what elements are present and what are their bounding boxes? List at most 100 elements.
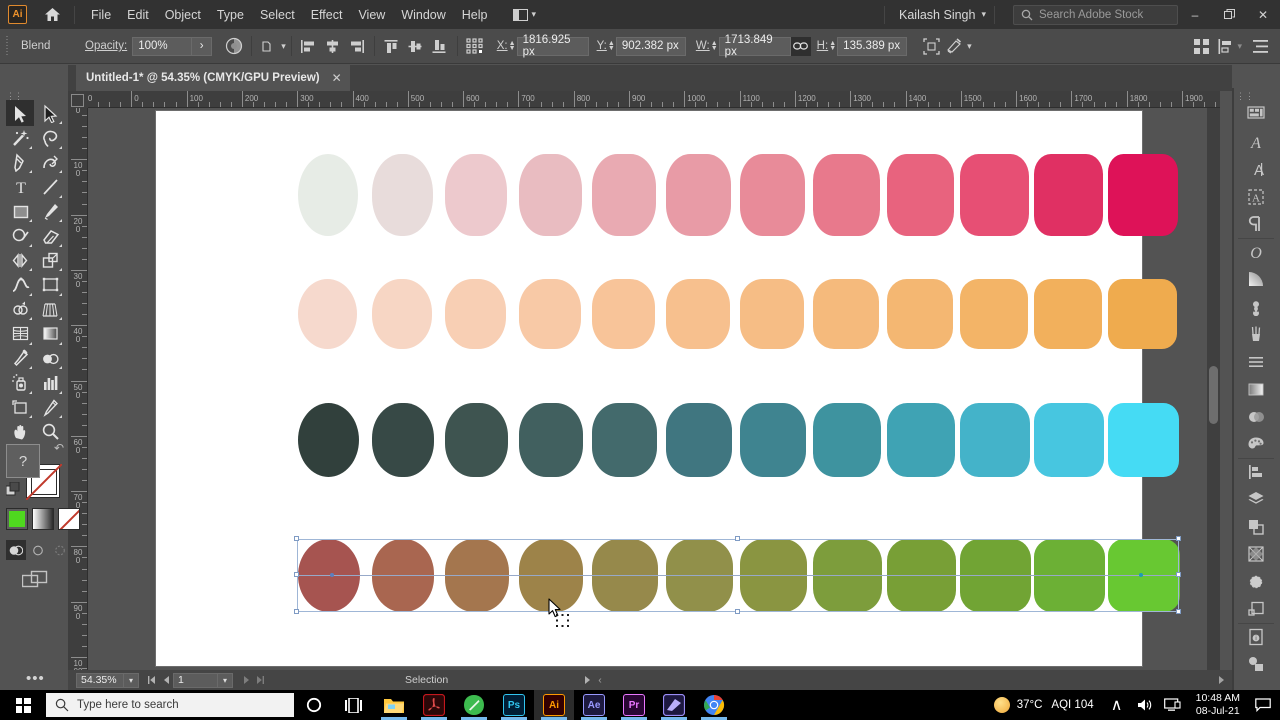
gradient-tool[interactable] <box>36 321 64 347</box>
glyphs-panel-icon[interactable]: A <box>1244 130 1268 154</box>
taskbar-app-file-explorer[interactable] <box>374 690 414 720</box>
recolor-chevron-icon[interactable]: ▾ <box>967 41 972 52</box>
x-field[interactable]: 1816.925 px <box>516 34 589 58</box>
none-swatch-button[interactable] <box>58 508 80 530</box>
control-bar-grip[interactable] <box>4 36 13 56</box>
free-transform-tool[interactable] <box>36 272 64 298</box>
zoom-level-field[interactable]: 54.35% <box>76 672 124 688</box>
account-name[interactable]: Kailash Singh <box>893 8 981 22</box>
swatch-shape[interactable] <box>518 154 582 236</box>
swatch-shape[interactable] <box>371 279 432 349</box>
shaper-tool[interactable] <box>6 223 34 249</box>
taskbar-app-adobe-acrobat[interactable] <box>414 690 454 720</box>
paintbrush-tool[interactable] <box>36 198 64 224</box>
horizontal-ruler[interactable]: 1000100200300400500600700800900100011001… <box>88 91 1220 108</box>
swatch-shape[interactable] <box>445 279 507 349</box>
fill-swatch[interactable]: ? <box>6 444 40 478</box>
color-swatch-button[interactable] <box>6 508 28 530</box>
arrange-objects-icon[interactable] <box>1189 34 1213 58</box>
magic-wand-tool[interactable] <box>6 125 34 151</box>
transparency-icon[interactable] <box>222 34 246 58</box>
menu-item-select[interactable]: Select <box>252 4 303 26</box>
align-right-icon[interactable] <box>345 34 369 58</box>
account-chevron-icon[interactable]: ▾ <box>981 9 986 20</box>
menu-item-object[interactable]: Object <box>157 4 209 26</box>
first-artboard-button[interactable] <box>145 672 159 688</box>
pink-blend-row[interactable] <box>156 154 1178 236</box>
swatch-shape[interactable] <box>1107 154 1178 236</box>
paragraph-styles-panel-icon[interactable]: O <box>1244 240 1268 264</box>
column-graph-tool[interactable] <box>36 370 64 396</box>
start-button[interactable] <box>0 690 46 720</box>
weather-temperature[interactable]: 37°C <box>1017 699 1043 711</box>
stroke-panel-icon[interactable] <box>1244 350 1268 374</box>
character-styles-panel-icon[interactable]: A <box>1244 185 1268 209</box>
show-hidden-icons-chevron-icon[interactable]: ∧ <box>1104 690 1130 720</box>
align-left-icon[interactable] <box>297 34 321 58</box>
h-stepper[interactable]: ▲ ▼ <box>828 37 837 56</box>
menu-item-effect[interactable]: Effect <box>303 4 351 26</box>
paragraph-panel-icon[interactable] <box>1244 212 1268 236</box>
swatch-shape[interactable] <box>813 154 880 236</box>
vertical-ruler[interactable]: 01002003004005006007008009001000 <box>68 108 88 670</box>
transform-grid-icon[interactable] <box>463 34 487 58</box>
swatch-shape[interactable] <box>1107 403 1179 477</box>
opacity-options-button[interactable]: › <box>192 36 213 56</box>
character-panel-icon[interactable]: A <box>1244 157 1268 181</box>
cortana-circle-icon[interactable] <box>294 690 334 720</box>
asset-export-panel-icon[interactable]: i <box>1244 625 1268 649</box>
status-expand-button[interactable] <box>580 672 594 688</box>
mesh-tool[interactable] <box>6 321 34 347</box>
transform-chevron-icon[interactable]: ▾ <box>281 41 286 52</box>
draw-inside-button[interactable] <box>50 540 70 560</box>
taskbar-app-adobe-illustrator[interactable]: Ai <box>534 690 574 720</box>
swatch-shape[interactable] <box>371 403 434 477</box>
pathfinder-panel-icon[interactable] <box>1244 515 1268 539</box>
swatch-shape[interactable] <box>739 403 807 477</box>
blend-tool[interactable] <box>36 345 64 371</box>
swatch-shape[interactable] <box>960 279 1028 349</box>
selection-handle-n[interactable] <box>735 536 740 541</box>
swatch-shape[interactable] <box>960 154 1029 236</box>
y-field[interactable]: 902.382 px <box>615 36 686 56</box>
symbol-sprayer-tool[interactable] <box>6 370 34 396</box>
swatch-shape[interactable] <box>518 279 581 349</box>
h-field[interactable]: 135.389 px <box>837 36 908 56</box>
taskbar-app-adobe-after-effects[interactable]: Ae <box>574 690 614 720</box>
swatch-shape[interactable] <box>445 154 508 236</box>
draw-normal-button[interactable] <box>6 540 26 560</box>
align-center-vertical-icon[interactable] <box>404 34 428 58</box>
type-tool[interactable]: T <box>6 174 34 200</box>
dock-grip[interactable]: ⋮⋮ <box>1236 91 1254 102</box>
gradient-swatch-button[interactable] <box>32 508 54 530</box>
adobe-stock-search[interactable]: Search Adobe Stock <box>1013 4 1178 25</box>
default-fill-stroke-icon[interactable] <box>5 481 21 502</box>
close-icon[interactable]: ✕ <box>332 71 342 85</box>
isolate-icon[interactable] <box>919 34 943 58</box>
taskbar-app-adobe-photoshop[interactable]: Ps <box>494 690 534 720</box>
swatch-shape[interactable] <box>298 403 360 477</box>
minimize-button[interactable]: – <box>1178 0 1212 29</box>
menu-item-edit[interactable]: Edit <box>119 4 157 26</box>
blend-start-anchor[interactable] <box>330 573 334 577</box>
rectangle-tool[interactable] <box>6 198 34 224</box>
eraser-tool[interactable] <box>36 223 64 249</box>
swatch-shape[interactable] <box>666 403 732 477</box>
swatch-shape[interactable] <box>1034 154 1104 236</box>
selection-handle-e[interactable] <box>1176 572 1181 577</box>
vertical-scrollbar[interactable] <box>1207 108 1220 670</box>
taskbar-app-adobe-premiere-pro[interactable]: Pr <box>614 690 654 720</box>
curvature-tool[interactable] <box>36 149 64 175</box>
rotate-tool[interactable] <box>6 247 34 273</box>
close-button[interactable]: ✕ <box>1246 0 1280 29</box>
artboards-panel-icon[interactable] <box>1244 102 1268 126</box>
gradient-panel-icon[interactable] <box>1244 267 1268 291</box>
hand-tool[interactable] <box>6 419 34 445</box>
image-trace-panel-icon[interactable] <box>1244 652 1268 676</box>
selection-tool[interactable] <box>6 100 34 126</box>
artboard-tool[interactable] <box>6 394 34 420</box>
align-bottom-icon[interactable] <box>428 34 452 58</box>
peach-blend-row[interactable] <box>156 279 1177 349</box>
swatch-shape[interactable] <box>592 403 658 477</box>
swatch-shape[interactable] <box>592 279 656 349</box>
